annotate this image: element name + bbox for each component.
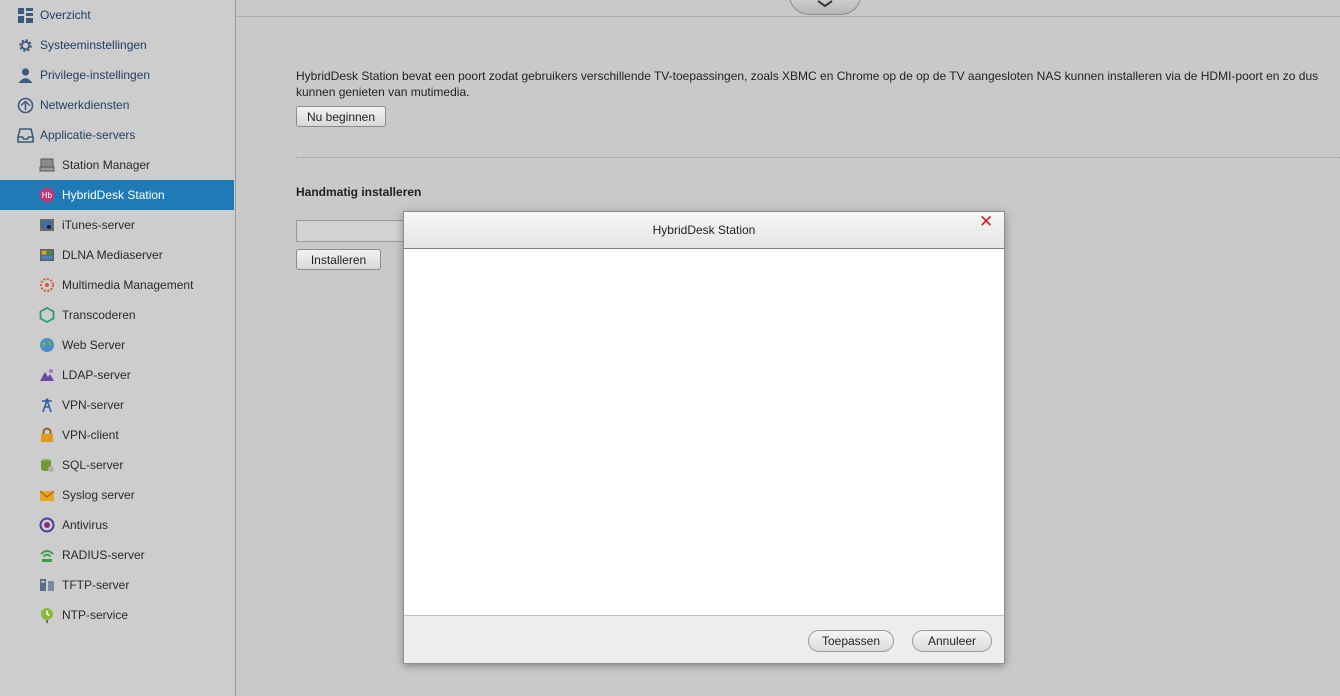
nav-overzicht[interactable]: Overzicht [0,0,234,30]
user-icon [17,67,34,84]
hybriddesk-dialog: HybridDesk Station ✕ Toepassen Annuleer [403,211,1005,664]
nav-label: SQL-server [62,458,124,472]
dlna-icon [39,247,55,263]
sidebar: Overzicht Systeeminstellingen Privilege-… [0,0,236,696]
nav-vpn-server[interactable]: VPN-server [0,390,234,420]
dialog-footer: Toepassen Annuleer [404,615,1004,663]
svg-text:Hb: Hb [42,191,53,200]
ldap-icon [39,367,55,383]
install-button[interactable]: Installeren [296,249,381,270]
nav-label: DLNA Mediaserver [62,248,163,262]
nav-label: Antivirus [62,518,109,532]
collapse-toggle[interactable] [789,0,861,15]
nav-label: LDAP-server [62,368,131,382]
chevron-down-icon [816,0,834,11]
lock-icon [39,427,55,443]
nav-ntp-service[interactable]: NTP-service [0,600,234,630]
nav-label: TFTP-server [62,578,130,592]
nav-tftp-server[interactable]: TFTP-server [0,570,234,600]
inbox-icon [17,127,34,144]
nav-label: Station Manager [62,158,151,172]
nav-ldap-server[interactable]: LDAP-server [0,360,234,390]
nav-label: Netwerkdiensten [40,98,130,112]
nav-label: Overzicht [40,8,91,22]
nav-systeeminstellingen[interactable]: Systeeminstellingen [0,30,234,60]
cancel-button[interactable]: Annuleer [912,630,992,652]
nav-label: iTunes-server [62,218,135,232]
intro-text: HybridDesk Station bevat een poort zodat… [296,69,1319,99]
envelope-icon [39,487,55,503]
multimedia-icon [39,277,55,293]
nav-antivirus[interactable]: Antivirus [0,510,234,540]
station-manager-icon [39,157,55,173]
grid-icon [17,7,34,24]
antivirus-icon [39,517,55,533]
nav-label: Systeeminstellingen [40,38,147,52]
wifi-icon [39,547,55,563]
nav-label: RADIUS-server [62,548,145,562]
transcode-icon [39,307,55,323]
nav-label: Web Server [62,338,126,352]
apply-button[interactable]: Toepassen [808,630,894,652]
close-icon[interactable]: ✕ [979,213,993,230]
nav-vpn-client[interactable]: VPN-client [0,420,234,450]
nav-sql-server[interactable]: SQL-server [0,450,234,480]
tftp-icon [39,577,55,593]
nav-label: Transcoderen [62,308,136,322]
start-button[interactable]: Nu beginnen [296,106,386,127]
network-icon [17,97,34,114]
nav-privilege-instellingen[interactable]: Privilege-instellingen [0,60,234,90]
nav-itunes-server[interactable]: iTunes-server [0,210,234,240]
section-divider [296,157,1340,158]
nav-hybriddesk-station[interactable]: Hb HybridDesk Station [0,180,234,210]
nav-radius-server[interactable]: RADIUS-server [0,540,234,570]
nav-label: Applicatie-servers [40,128,136,142]
nav-multimedia-management[interactable]: Multimedia Management [0,270,234,300]
nav-label: Privilege-instellingen [40,68,151,82]
nav-applicatie-servers[interactable]: Applicatie-servers [0,120,234,150]
top-divider [237,16,1340,17]
globe-icon [39,337,55,353]
nav-label: Syslog server [62,488,135,502]
file-path-input[interactable] [296,220,406,242]
dialog-title: HybridDesk Station [652,223,756,237]
nav-transcoderen[interactable]: Transcoderen [0,300,234,330]
nav-dlna-mediaserver[interactable]: DLNA Mediaserver [0,240,234,270]
nav-label: VPN-server [62,398,125,412]
hybriddesk-icon: Hb [39,187,55,203]
dialog-header: HybridDesk Station [404,212,1004,249]
nav-syslog-server[interactable]: Syslog server [0,480,234,510]
gear-icon [17,37,34,54]
database-icon [39,457,55,473]
dialog-body [404,249,1004,615]
nav-label: HybridDesk Station [62,188,165,202]
manual-install-title: Handmatig installeren [296,185,422,199]
nav-netwerkdiensten[interactable]: Netwerkdiensten [0,90,234,120]
itunes-icon [39,217,55,233]
nav-station-manager[interactable]: Station Manager [0,150,234,180]
nav-label: NTP-service [62,608,129,622]
nav-label: VPN-client [62,428,119,442]
clock-icon [39,607,55,623]
nav-label: Multimedia Management [62,278,194,292]
nav-web-server[interactable]: Web Server [0,330,234,360]
antenna-icon [39,397,55,413]
